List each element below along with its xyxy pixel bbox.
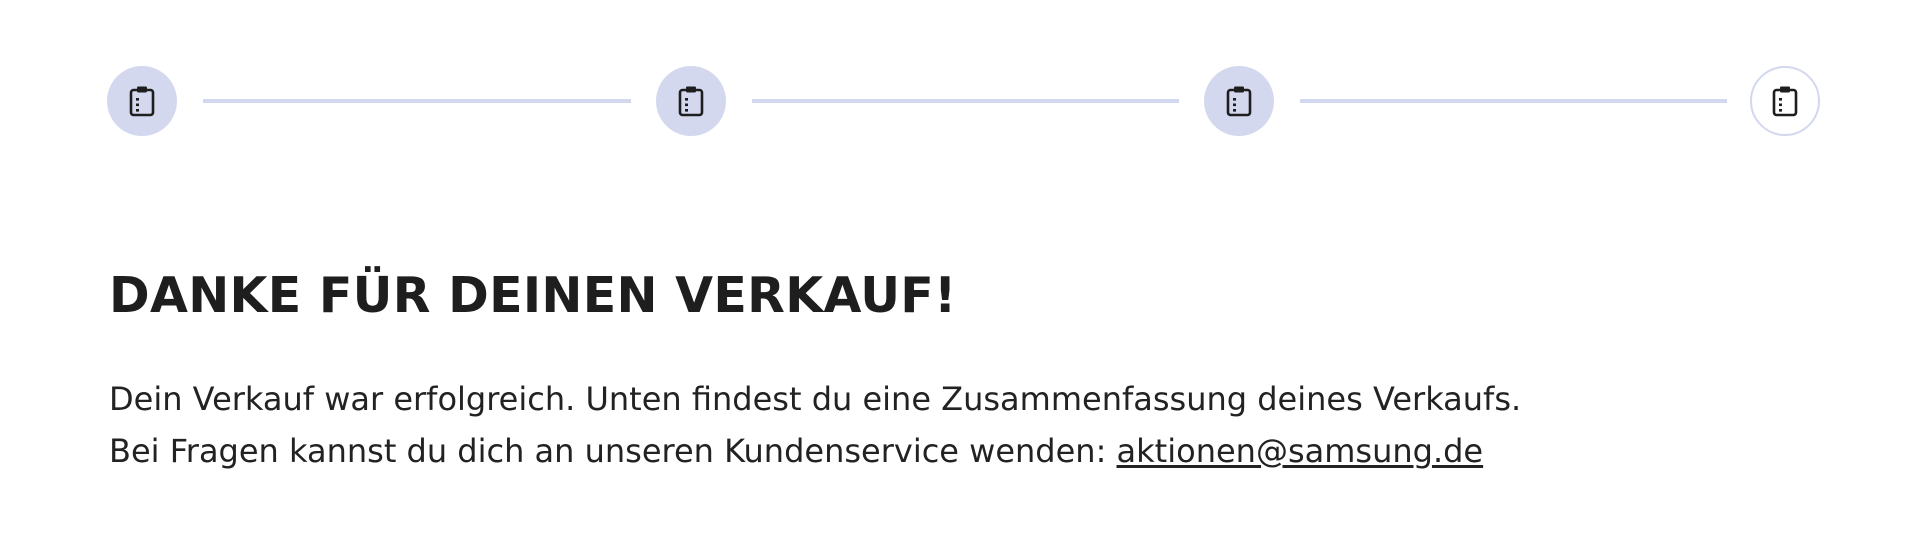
page-title: DANKE FÜR DEINEN VERKAUF! bbox=[109, 267, 957, 324]
step-1 bbox=[107, 66, 177, 136]
clipboard-icon bbox=[677, 85, 705, 117]
step-2 bbox=[656, 66, 726, 136]
step-4 bbox=[1750, 66, 1820, 136]
success-text: Dein Verkauf war erfolgreich. Unten find… bbox=[109, 380, 1522, 418]
step-connector-1 bbox=[203, 99, 631, 103]
step-3 bbox=[1204, 66, 1274, 136]
clipboard-icon bbox=[1771, 85, 1799, 117]
confirmation-message: Dein Verkauf war erfolgreich. Unten find… bbox=[109, 373, 1809, 477]
confirmation-section: DANKE FÜR DEINEN VERKAUF! Dein Verkauf w… bbox=[109, 265, 1809, 477]
support-text: Bei Fragen kannst du dich an unseren Kun… bbox=[109, 425, 1809, 477]
support-text-prefix: Bei Fragen kannst du dich an unseren Kun… bbox=[109, 432, 1117, 470]
clipboard-icon bbox=[1225, 85, 1253, 117]
support-email-link[interactable]: aktionen@samsung.de bbox=[1117, 432, 1484, 470]
step-connector-3 bbox=[1300, 99, 1727, 103]
clipboard-icon bbox=[128, 85, 156, 117]
progress-stepper bbox=[107, 66, 1820, 136]
step-connector-2 bbox=[752, 99, 1179, 103]
